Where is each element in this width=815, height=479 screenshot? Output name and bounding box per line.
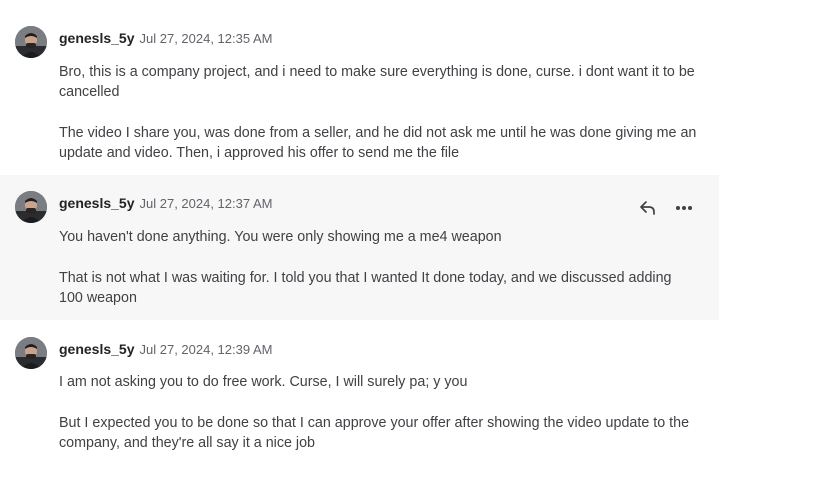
message-header: genesls_5y Jul 27, 2024, 12:37 AM <box>59 195 272 211</box>
message-item: genesls_5y Jul 27, 2024, 12:37 AM You ha… <box>0 175 719 320</box>
message-actions <box>637 197 695 219</box>
message-paragraph: But I expected you to be done so that I … <box>59 415 690 451</box>
username[interactable]: genesls_5y <box>59 341 135 357</box>
message-paragraph: You haven't done anything. You were only… <box>59 229 502 245</box>
more-options-button[interactable] <box>673 197 695 219</box>
username[interactable]: genesls_5y <box>59 30 135 46</box>
message-body: Bro, this is a company project, and i ne… <box>59 62 699 163</box>
message-thread: genesls_5y Jul 27, 2024, 12:35 AM Bro, t… <box>0 0 815 479</box>
more-options-icon <box>676 206 692 210</box>
avatar[interactable] <box>15 26 47 58</box>
message-paragraph: I am not asking you to do free work. Cur… <box>59 374 468 390</box>
timestamp: Jul 27, 2024, 12:39 AM <box>139 342 273 357</box>
reply-button[interactable] <box>637 197 659 219</box>
message-body: I am not asking you to do free work. Cur… <box>59 372 699 453</box>
timestamp: Jul 27, 2024, 12:35 AM <box>139 31 273 46</box>
reply-icon <box>640 201 655 215</box>
message-body: You haven't done anything. You were only… <box>59 227 699 308</box>
message-header: genesls_5y Jul 27, 2024, 12:39 AM <box>59 341 272 357</box>
username[interactable]: genesls_5y <box>59 195 135 211</box>
message-item: genesls_5y Jul 27, 2024, 12:35 AM Bro, t… <box>0 26 719 174</box>
message-paragraph: Bro, this is a company project, and i ne… <box>59 64 695 100</box>
timestamp: Jul 27, 2024, 12:37 AM <box>139 196 273 211</box>
avatar[interactable] <box>15 191 47 223</box>
message-item: genesls_5y Jul 27, 2024, 12:39 AM I am n… <box>0 337 719 467</box>
avatar[interactable] <box>15 337 47 369</box>
message-header: genesls_5y Jul 27, 2024, 12:35 AM <box>59 30 272 46</box>
message-paragraph: That is not what I was waiting for. I to… <box>59 270 672 306</box>
message-paragraph: The video I share you, was done from a s… <box>59 125 697 161</box>
